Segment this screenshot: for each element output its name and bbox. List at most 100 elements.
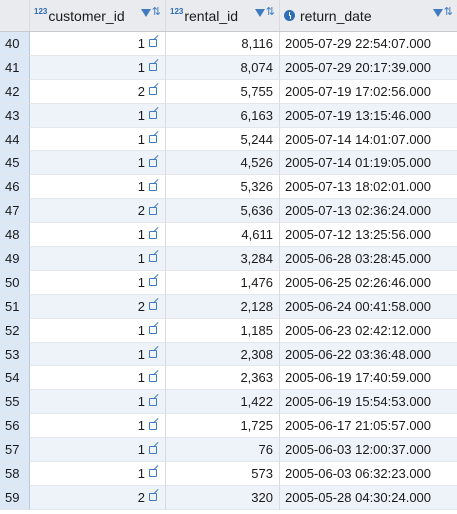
- table-row[interactable]: 57 1 76 2005-06-03 12:00:37.000: [0, 438, 457, 463]
- cell-rental-id[interactable]: 5,636: [166, 199, 280, 224]
- open-link-icon[interactable]: [149, 397, 157, 406]
- cell-customer-id[interactable]: 1: [30, 247, 166, 271]
- table-row[interactable]: 45 1 4,526 2005-07-14 01:19:05.000: [0, 151, 457, 176]
- row-number[interactable]: 54: [0, 366, 30, 391]
- table-row[interactable]: 40 1 8,116 2005-07-29 22:54:07.000: [0, 32, 457, 56]
- cell-rental-id[interactable]: 5,326: [166, 175, 280, 200]
- sort-icon[interactable]: ⇅: [266, 7, 275, 18]
- cell-rental-id[interactable]: 6,163: [166, 103, 280, 128]
- cell-customer-id[interactable]: 1: [30, 127, 166, 152]
- table-row[interactable]: 49 1 3,284 2005-06-28 03:28:45.000: [0, 247, 457, 271]
- row-number[interactable]: 40: [0, 32, 30, 56]
- open-link-icon[interactable]: [149, 469, 157, 478]
- row-number[interactable]: 57: [0, 438, 30, 463]
- cell-rental-id[interactable]: 5,244: [166, 127, 280, 152]
- cell-customer-id[interactable]: 1: [30, 462, 166, 486]
- open-link-icon[interactable]: [149, 111, 157, 120]
- cell-customer-id[interactable]: 2: [30, 485, 166, 510]
- column-header-rental-id[interactable]: 123 rental_id ⇅: [166, 0, 280, 31]
- row-number[interactable]: 49: [0, 247, 30, 271]
- row-number[interactable]: 55: [0, 390, 30, 415]
- row-number[interactable]: 43: [0, 103, 30, 128]
- row-number-header[interactable]: [0, 0, 30, 31]
- cell-customer-id[interactable]: 1: [30, 414, 166, 439]
- cell-rental-id[interactable]: 1,725: [166, 414, 280, 439]
- cell-customer-id[interactable]: 1: [30, 223, 166, 248]
- open-link-icon[interactable]: [149, 373, 157, 382]
- cell-return-date[interactable]: 2005-07-19 13:15:46.000: [280, 103, 457, 128]
- cell-rental-id[interactable]: 5,755: [166, 79, 280, 104]
- cell-customer-id[interactable]: 1: [30, 55, 166, 80]
- table-row[interactable]: 50 1 1,476 2005-06-25 02:26:46.000: [0, 270, 457, 295]
- cell-return-date[interactable]: 2005-07-14 14:01:07.000: [280, 127, 457, 152]
- cell-return-date[interactable]: 2005-06-03 06:32:23.000: [280, 462, 457, 486]
- open-link-icon[interactable]: [149, 39, 157, 48]
- cell-customer-id[interactable]: 1: [30, 438, 166, 463]
- cell-return-date[interactable]: 2005-06-03 12:00:37.000: [280, 438, 457, 463]
- cell-customer-id[interactable]: 2: [30, 199, 166, 224]
- cell-rental-id[interactable]: 1,476: [166, 270, 280, 295]
- open-link-icon[interactable]: [149, 278, 157, 287]
- row-number[interactable]: 58: [0, 462, 30, 486]
- cell-rental-id[interactable]: 2,128: [166, 294, 280, 319]
- cell-customer-id[interactable]: 1: [30, 390, 166, 415]
- cell-customer-id[interactable]: 1: [30, 366, 166, 391]
- table-row[interactable]: 47 2 5,636 2005-07-13 02:36:24.000: [0, 199, 457, 224]
- cell-rental-id[interactable]: 3,284: [166, 247, 280, 271]
- cell-return-date[interactable]: 2005-05-28 04:30:24.000: [280, 485, 457, 510]
- open-link-icon[interactable]: [149, 135, 157, 143]
- cell-rental-id[interactable]: 76: [166, 438, 280, 463]
- row-number[interactable]: 47: [0, 199, 30, 224]
- row-number[interactable]: 52: [0, 318, 30, 343]
- table-row[interactable]: 55 1 1,422 2005-06-19 15:54:53.000: [0, 390, 457, 415]
- table-row[interactable]: 42 2 5,755 2005-07-19 17:02:56.000: [0, 79, 457, 104]
- cell-return-date[interactable]: 2005-06-24 00:41:58.000: [280, 294, 457, 319]
- cell-return-date[interactable]: 2005-07-19 17:02:56.000: [280, 79, 457, 104]
- cell-return-date[interactable]: 2005-07-12 13:25:56.000: [280, 223, 457, 248]
- cell-rental-id[interactable]: 8,074: [166, 55, 280, 80]
- filter-icon[interactable]: [140, 8, 151, 17]
- table-row[interactable]: 46 1 5,326 2005-07-13 18:02:01.000: [0, 175, 457, 200]
- cell-return-date[interactable]: 2005-07-13 02:36:24.000: [280, 199, 457, 224]
- cell-return-date[interactable]: 2005-06-22 03:36:48.000: [280, 342, 457, 367]
- table-row[interactable]: 51 2 2,128 2005-06-24 00:41:58.000: [0, 294, 457, 319]
- open-link-icon[interactable]: [149, 230, 157, 239]
- cell-customer-id[interactable]: 1: [30, 151, 166, 176]
- cell-customer-id[interactable]: 1: [30, 318, 166, 343]
- filter-icon[interactable]: [432, 8, 443, 17]
- column-header-return-date[interactable]: return_date ⇅: [280, 0, 457, 31]
- cell-rental-id[interactable]: 1,422: [166, 390, 280, 415]
- sort-filter-controls[interactable]: ⇅: [254, 7, 275, 18]
- cell-return-date[interactable]: 2005-06-19 15:54:53.000: [280, 390, 457, 415]
- cell-rental-id[interactable]: 1,185: [166, 318, 280, 343]
- cell-rental-id[interactable]: 2,363: [166, 366, 280, 391]
- row-number[interactable]: 44: [0, 127, 30, 152]
- cell-rental-id[interactable]: 4,526: [166, 151, 280, 176]
- row-number[interactable]: 53: [0, 342, 30, 367]
- cell-rental-id[interactable]: 573: [166, 462, 280, 486]
- cell-customer-id[interactable]: 1: [30, 342, 166, 367]
- table-row[interactable]: 53 1 2,308 2005-06-22 03:36:48.000: [0, 342, 457, 367]
- cell-return-date[interactable]: 2005-06-25 02:26:46.000: [280, 270, 457, 295]
- cell-customer-id[interactable]: 2: [30, 79, 166, 104]
- open-link-icon[interactable]: [149, 63, 157, 72]
- cell-return-date[interactable]: 2005-06-19 17:40:59.000: [280, 366, 457, 391]
- row-number[interactable]: 59: [0, 485, 30, 510]
- cell-return-date[interactable]: 2005-07-14 01:19:05.000: [280, 151, 457, 176]
- cell-customer-id[interactable]: 2: [30, 294, 166, 319]
- row-number[interactable]: 46: [0, 175, 30, 200]
- cell-return-date[interactable]: 2005-07-13 18:02:01.000: [280, 175, 457, 200]
- table-row[interactable]: 59 2 320 2005-05-28 04:30:24.000: [0, 485, 457, 510]
- cell-customer-id[interactable]: 1: [30, 103, 166, 128]
- row-number[interactable]: 48: [0, 223, 30, 248]
- row-number[interactable]: 56: [0, 414, 30, 439]
- row-number[interactable]: 50: [0, 270, 30, 295]
- table-row[interactable]: 56 1 1,725 2005-06-17 21:05:57.000: [0, 414, 457, 439]
- open-link-icon[interactable]: [149, 421, 157, 430]
- open-link-icon[interactable]: [149, 445, 157, 454]
- cell-return-date[interactable]: 2005-06-23 02:42:12.000: [280, 318, 457, 343]
- open-link-icon[interactable]: [149, 87, 157, 96]
- open-link-icon[interactable]: [149, 493, 157, 502]
- cell-customer-id[interactable]: 1: [30, 175, 166, 200]
- cell-return-date[interactable]: 2005-07-29 22:54:07.000: [280, 32, 457, 56]
